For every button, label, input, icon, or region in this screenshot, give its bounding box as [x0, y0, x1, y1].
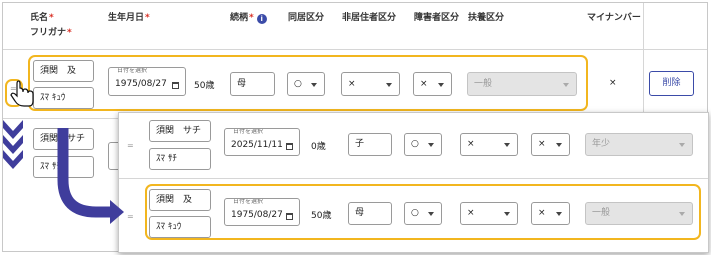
hand-cursor-icon: [10, 80, 34, 107]
annotation-layer: [3, 80, 124, 224]
curved-arrow-icon: [57, 128, 124, 224]
dependents-table-screen: 氏名* フリガナ* 生年月日* 続柄* i 同居区分 非居住者区分 障害者区分 扶…: [0, 0, 711, 255]
triple-chevron-down-icon: [3, 120, 23, 169]
